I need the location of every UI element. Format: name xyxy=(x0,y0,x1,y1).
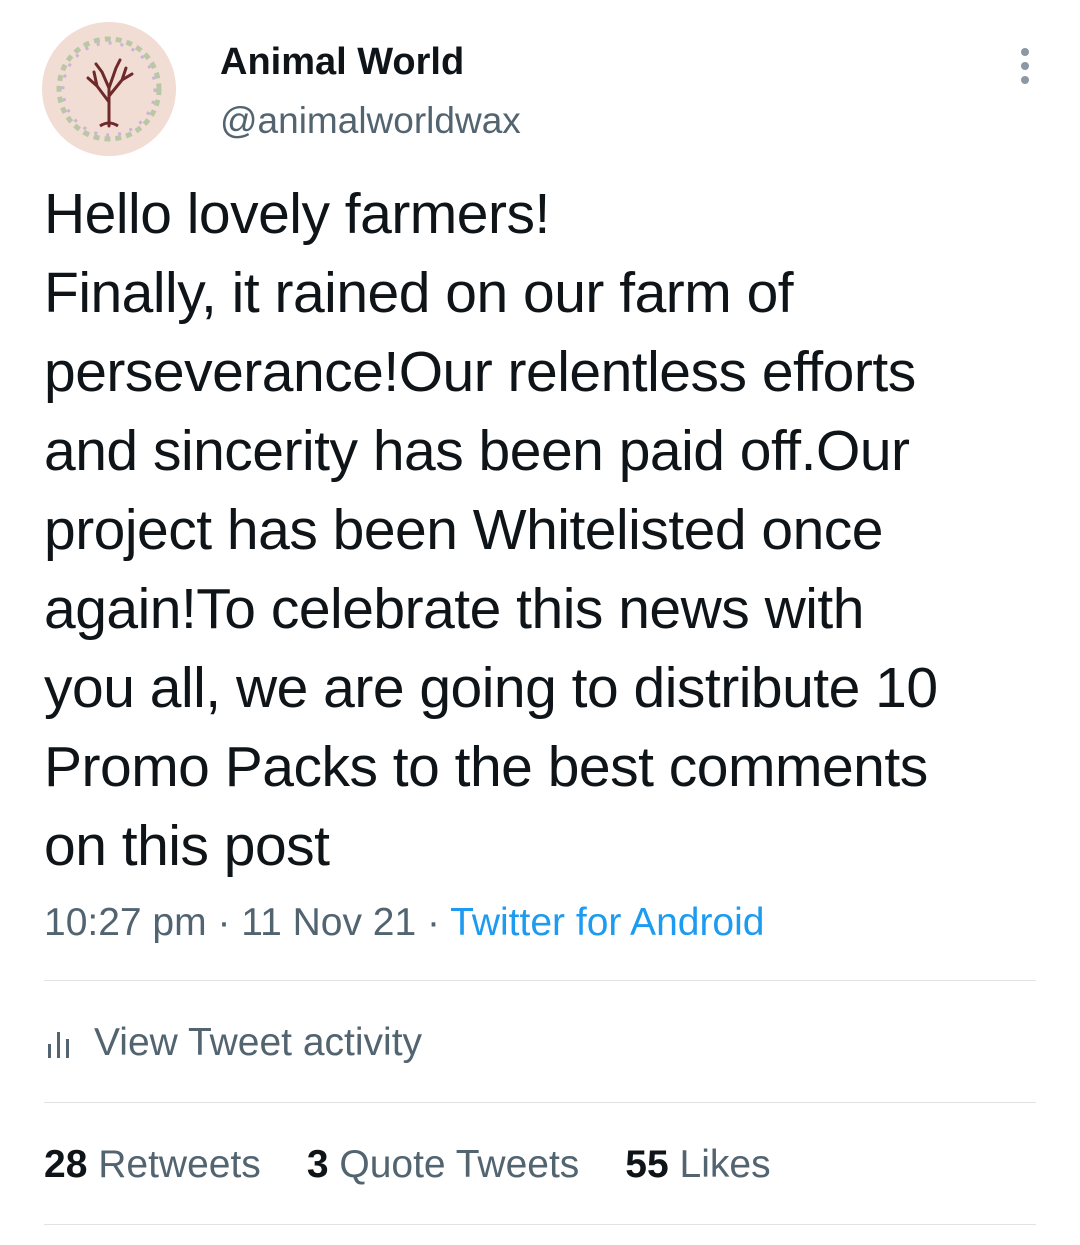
likes-count: 55 xyxy=(625,1143,669,1186)
view-tweet-activity-label: View Tweet activity xyxy=(94,1021,423,1064)
view-tweet-activity-button[interactable]: View Tweet activity xyxy=(44,1018,422,1068)
more-options-icon[interactable] xyxy=(1005,40,1045,96)
quote-tweets-count: 3 xyxy=(306,1143,329,1186)
tweet-meta: 10:27 pm · 11 Nov 21 · Twitter for Andro… xyxy=(44,898,764,948)
divider xyxy=(44,1102,1036,1103)
author-avatar[interactable] xyxy=(42,22,176,156)
author-handle[interactable]: @animalworldwax xyxy=(220,99,521,143)
meta-separator: · xyxy=(427,901,441,944)
tweet-time[interactable]: 10:27 pm xyxy=(44,901,207,944)
tweet-stats: 28 Retweets 3 Quote Tweets 55 Likes xyxy=(44,1140,817,1190)
retweets-stat[interactable]: 28 Retweets xyxy=(44,1140,261,1190)
likes-stat[interactable]: 55 Likes xyxy=(625,1140,770,1190)
author-display-name[interactable]: Animal World xyxy=(220,40,464,84)
meta-separator: · xyxy=(217,901,231,944)
bar-chart-icon xyxy=(48,1032,69,1058)
tweet-text: Hello lovely farmers! Finally, it rained… xyxy=(44,182,938,878)
divider xyxy=(44,1224,1036,1225)
quote-tweets-stat[interactable]: 3 Quote Tweets xyxy=(307,1140,579,1190)
likes-label: Likes xyxy=(679,1143,771,1186)
tweet-date[interactable]: 11 Nov 21 xyxy=(241,901,416,944)
retweets-label: Retweets xyxy=(98,1143,261,1186)
tree-wreath-avatar-icon xyxy=(42,22,176,156)
divider xyxy=(44,980,1036,981)
retweets-count: 28 xyxy=(44,1143,88,1186)
tweet-card: Animal World @animalworldwax Hello lovel… xyxy=(0,0,1080,1245)
tweet-source-link[interactable]: Twitter for Android xyxy=(450,901,764,944)
quote-tweets-label: Quote Tweets xyxy=(339,1143,580,1186)
